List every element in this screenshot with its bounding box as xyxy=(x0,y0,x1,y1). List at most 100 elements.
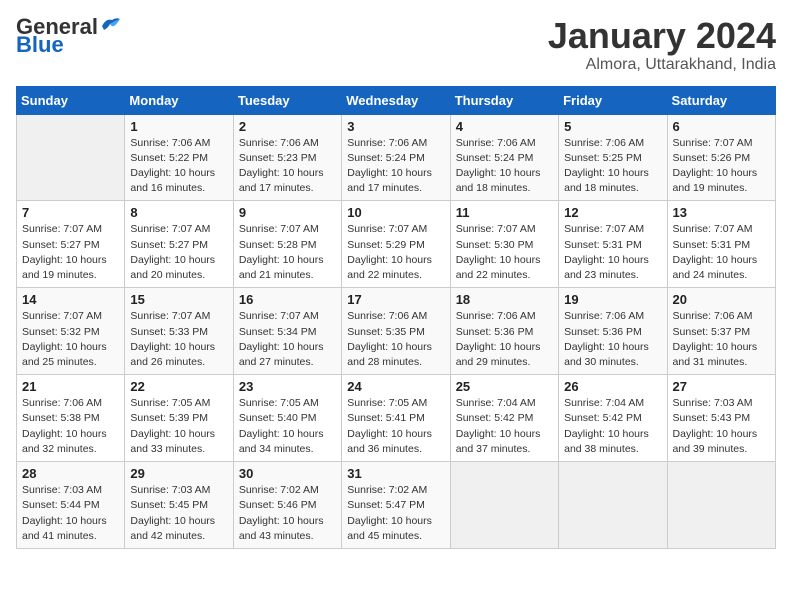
day-number: 1 xyxy=(130,119,227,134)
calendar-cell: 28 Sunrise: 7:03 AMSunset: 5:44 PMDayligh… xyxy=(17,462,125,549)
calendar-cell: 19 Sunrise: 7:06 AMSunset: 5:36 PMDayligh… xyxy=(559,288,667,375)
day-info: Sunrise: 7:07 AMSunset: 5:27 PMDaylight:… xyxy=(130,222,227,283)
day-number: 15 xyxy=(130,292,227,307)
day-number: 20 xyxy=(673,292,770,307)
col-header-wednesday: Wednesday xyxy=(342,86,450,114)
calendar-header-row: SundayMondayTuesdayWednesdayThursdayFrid… xyxy=(17,86,776,114)
calendar-cell: 6Sunrise: 7:07 AMSunset: 5:26 PMDaylight… xyxy=(667,114,775,201)
calendar-cell: 1 Sunrise: 7:06 AMSunset: 5:22 PMDaylight… xyxy=(125,114,233,201)
day-number: 14 xyxy=(22,292,119,307)
day-number: 28 xyxy=(22,466,119,481)
calendar-cell: 14 Sunrise: 7:07 AMSunset: 5:32 PMDayligh… xyxy=(17,288,125,375)
day-info: Sunrise: 7:07 AMSunset: 5:34 PMDaylight:… xyxy=(239,309,336,370)
calendar-week-row: 1 Sunrise: 7:06 AMSunset: 5:22 PMDaylight… xyxy=(17,114,776,201)
calendar-cell: 17Sunrise: 7:06 AMSunset: 5:35 PMDayligh… xyxy=(342,288,450,375)
calendar-cell: 8 Sunrise: 7:07 AMSunset: 5:27 PMDaylight… xyxy=(125,201,233,288)
day-number: 12 xyxy=(564,205,661,220)
calendar-cell: 22 Sunrise: 7:05 AMSunset: 5:39 PMDayligh… xyxy=(125,375,233,462)
day-number: 13 xyxy=(673,205,770,220)
header: General Blue January 2024 Almora, Uttara… xyxy=(16,16,776,74)
day-info: Sunrise: 7:06 AMSunset: 5:22 PMDaylight:… xyxy=(130,136,227,197)
day-info: Sunrise: 7:05 AMSunset: 5:40 PMDaylight:… xyxy=(239,396,336,457)
calendar-cell: 26 Sunrise: 7:04 AMSunset: 5:42 PMDayligh… xyxy=(559,375,667,462)
calendar-week-row: 28 Sunrise: 7:03 AMSunset: 5:44 PMDayligh… xyxy=(17,462,776,549)
day-number: 24 xyxy=(347,379,444,394)
calendar-cell: 24 Sunrise: 7:05 AMSunset: 5:41 PMDayligh… xyxy=(342,375,450,462)
calendar-cell: 23 Sunrise: 7:05 AMSunset: 5:40 PMDayligh… xyxy=(233,375,341,462)
calendar-cell: 21 Sunrise: 7:06 AMSunset: 5:38 PMDayligh… xyxy=(17,375,125,462)
calendar-week-row: 21 Sunrise: 7:06 AMSunset: 5:38 PMDayligh… xyxy=(17,375,776,462)
day-info: Sunrise: 7:03 AMSunset: 5:44 PMDaylight:… xyxy=(22,483,119,544)
calendar-cell: 4 Sunrise: 7:06 AMSunset: 5:24 PMDaylight… xyxy=(450,114,558,201)
day-number: 16 xyxy=(239,292,336,307)
day-number: 4 xyxy=(456,119,553,134)
calendar-cell: 7 Sunrise: 7:07 AMSunset: 5:27 PMDaylight… xyxy=(17,201,125,288)
calendar-cell: 10Sunrise: 7:07 AMSunset: 5:29 PMDayligh… xyxy=(342,201,450,288)
day-info: Sunrise: 7:06 AMSunset: 5:36 PMDaylight:… xyxy=(564,309,661,370)
day-number: 21 xyxy=(22,379,119,394)
calendar-cell: 30Sunrise: 7:02 AMSunset: 5:46 PMDayligh… xyxy=(233,462,341,549)
calendar-cell: 5Sunrise: 7:06 AMSunset: 5:25 PMDaylight… xyxy=(559,114,667,201)
day-number: 11 xyxy=(456,205,553,220)
calendar-table: SundayMondayTuesdayWednesdayThursdayFrid… xyxy=(16,86,776,549)
day-info: Sunrise: 7:05 AMSunset: 5:41 PMDaylight:… xyxy=(347,396,444,457)
col-header-tuesday: Tuesday xyxy=(233,86,341,114)
calendar-cell: 13 Sunrise: 7:07 AMSunset: 5:31 PMDayligh… xyxy=(667,201,775,288)
day-info: Sunrise: 7:02 AMSunset: 5:47 PMDaylight:… xyxy=(347,483,444,544)
calendar-cell: 31Sunrise: 7:02 AMSunset: 5:47 PMDayligh… xyxy=(342,462,450,549)
col-header-thursday: Thursday xyxy=(450,86,558,114)
day-info: Sunrise: 7:06 AMSunset: 5:23 PMDaylight:… xyxy=(239,136,336,197)
calendar-week-row: 14 Sunrise: 7:07 AMSunset: 5:32 PMDayligh… xyxy=(17,288,776,375)
calendar-week-row: 7 Sunrise: 7:07 AMSunset: 5:27 PMDaylight… xyxy=(17,201,776,288)
day-info: Sunrise: 7:06 AMSunset: 5:24 PMDaylight:… xyxy=(456,136,553,197)
logo-bird-icon xyxy=(100,16,122,34)
calendar-cell: 2 Sunrise: 7:06 AMSunset: 5:23 PMDaylight… xyxy=(233,114,341,201)
day-number: 5 xyxy=(564,119,661,134)
day-number: 23 xyxy=(239,379,336,394)
day-number: 2 xyxy=(239,119,336,134)
calendar-cell xyxy=(17,114,125,201)
day-info: Sunrise: 7:06 AMSunset: 5:24 PMDaylight:… xyxy=(347,136,444,197)
col-header-monday: Monday xyxy=(125,86,233,114)
day-info: Sunrise: 7:04 AMSunset: 5:42 PMDaylight:… xyxy=(564,396,661,457)
day-info: Sunrise: 7:07 AMSunset: 5:31 PMDaylight:… xyxy=(564,222,661,283)
calendar-cell: 16 Sunrise: 7:07 AMSunset: 5:34 PMDayligh… xyxy=(233,288,341,375)
day-number: 3 xyxy=(347,119,444,134)
logo: General Blue xyxy=(16,16,122,56)
calendar-cell xyxy=(559,462,667,549)
day-number: 26 xyxy=(564,379,661,394)
day-info: Sunrise: 7:06 AMSunset: 5:38 PMDaylight:… xyxy=(22,396,119,457)
col-header-friday: Friday xyxy=(559,86,667,114)
calendar-cell: 9 Sunrise: 7:07 AMSunset: 5:28 PMDaylight… xyxy=(233,201,341,288)
day-info: Sunrise: 7:05 AMSunset: 5:39 PMDaylight:… xyxy=(130,396,227,457)
day-info: Sunrise: 7:02 AMSunset: 5:46 PMDaylight:… xyxy=(239,483,336,544)
day-info: Sunrise: 7:07 AMSunset: 5:32 PMDaylight:… xyxy=(22,309,119,370)
day-info: Sunrise: 7:03 AMSunset: 5:45 PMDaylight:… xyxy=(130,483,227,544)
day-number: 9 xyxy=(239,205,336,220)
day-number: 27 xyxy=(673,379,770,394)
day-info: Sunrise: 7:07 AMSunset: 5:30 PMDaylight:… xyxy=(456,222,553,283)
day-number: 19 xyxy=(564,292,661,307)
day-info: Sunrise: 7:06 AMSunset: 5:36 PMDaylight:… xyxy=(456,309,553,370)
day-info: Sunrise: 7:07 AMSunset: 5:33 PMDaylight:… xyxy=(130,309,227,370)
day-number: 18 xyxy=(456,292,553,307)
calendar-cell: 27 Sunrise: 7:03 AMSunset: 5:43 PMDayligh… xyxy=(667,375,775,462)
day-info: Sunrise: 7:07 AMSunset: 5:28 PMDaylight:… xyxy=(239,222,336,283)
col-header-sunday: Sunday xyxy=(17,86,125,114)
day-info: Sunrise: 7:07 AMSunset: 5:31 PMDaylight:… xyxy=(673,222,770,283)
day-info: Sunrise: 7:07 AMSunset: 5:29 PMDaylight:… xyxy=(347,222,444,283)
day-info: Sunrise: 7:03 AMSunset: 5:43 PMDaylight:… xyxy=(673,396,770,457)
calendar-cell: 18 Sunrise: 7:06 AMSunset: 5:36 PMDayligh… xyxy=(450,288,558,375)
day-number: 22 xyxy=(130,379,227,394)
calendar-cell: 25Sunrise: 7:04 AMSunset: 5:42 PMDayligh… xyxy=(450,375,558,462)
day-info: Sunrise: 7:07 AMSunset: 5:27 PMDaylight:… xyxy=(22,222,119,283)
title-area: January 2024 Almora, Uttarakhand, India xyxy=(548,16,776,74)
day-number: 8 xyxy=(130,205,227,220)
calendar-cell: 15 Sunrise: 7:07 AMSunset: 5:33 PMDayligh… xyxy=(125,288,233,375)
calendar-cell xyxy=(450,462,558,549)
day-number: 7 xyxy=(22,205,119,220)
calendar-cell: 29Sunrise: 7:03 AMSunset: 5:45 PMDayligh… xyxy=(125,462,233,549)
day-info: Sunrise: 7:06 AMSunset: 5:37 PMDaylight:… xyxy=(673,309,770,370)
calendar-title: January 2024 xyxy=(548,16,776,56)
calendar-cell: 3 Sunrise: 7:06 AMSunset: 5:24 PMDaylight… xyxy=(342,114,450,201)
